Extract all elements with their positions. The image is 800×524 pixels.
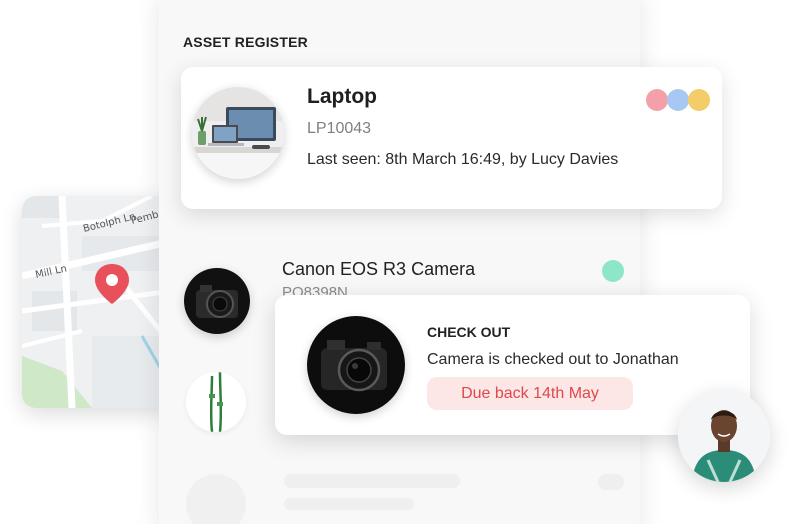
tag-dot (688, 89, 710, 111)
placeholder-line (284, 498, 414, 510)
tag-dot (646, 89, 668, 111)
due-date-badge: Due back 14th May (427, 377, 633, 410)
cable-thumbnail[interactable] (186, 372, 246, 432)
camera-icon (184, 268, 250, 334)
asset-card-laptop[interactable]: Laptop LP10043 Last seen: 8th March 16:4… (181, 67, 722, 209)
person-avatar-icon (678, 390, 770, 482)
asset-last-seen: Last seen: 8th March 16:49, by Lucy Davi… (307, 151, 619, 168)
camera-icon (307, 316, 405, 414)
cable-icon (209, 372, 223, 432)
checkout-title: CHECK OUT (427, 324, 511, 340)
list-item-name[interactable]: Canon EOS R3 Camera (282, 259, 475, 280)
asset-code: LP10043 (307, 120, 372, 137)
tag-dot (667, 89, 689, 111)
camera-thumbnail[interactable] (184, 268, 250, 334)
placeholder-dot (598, 474, 624, 490)
map-card[interactable]: Botolph Ln Pemb Mill Ln (22, 196, 172, 408)
checkout-message: Camera is checked out to Jonathan (427, 351, 679, 368)
laptop-thumbnail (192, 87, 284, 179)
asset-name: Laptop (307, 85, 377, 108)
status-indicator (602, 260, 624, 282)
camera-thumbnail-large (307, 316, 405, 414)
tag-color-dots (646, 89, 712, 111)
placeholder-line (284, 474, 460, 488)
laptop-icon (192, 87, 284, 179)
panel-title: ASSET REGISTER (183, 34, 308, 50)
map-view[interactable]: Botolph Ln Pemb Mill Ln (22, 196, 172, 408)
checkout-card[interactable]: CHECK OUT Camera is checked out to Jonat… (275, 295, 750, 435)
user-avatar[interactable] (678, 390, 770, 482)
